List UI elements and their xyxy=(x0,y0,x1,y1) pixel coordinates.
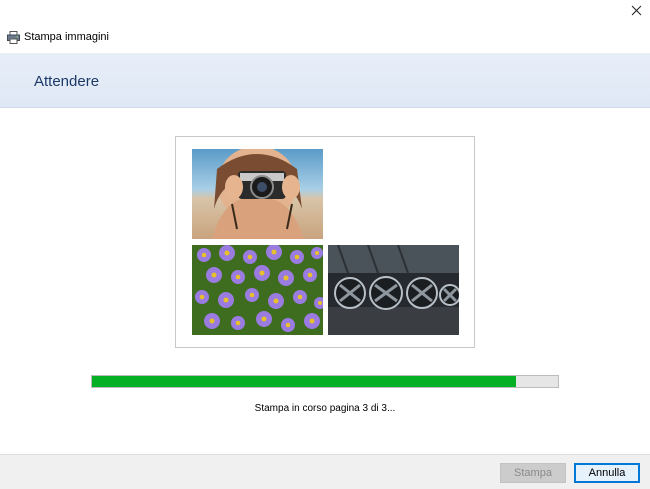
flowers-photo xyxy=(192,245,323,335)
print-preview xyxy=(175,136,475,348)
page-heading: Attendere xyxy=(34,73,100,90)
close-icon xyxy=(631,5,641,15)
print-progress-bar xyxy=(91,375,559,388)
cancel-button[interactable]: Annulla xyxy=(574,463,640,483)
footer-bar: Stampa Annulla xyxy=(0,454,650,489)
progress-fill xyxy=(92,376,517,387)
close-button[interactable] xyxy=(624,0,648,20)
camera-photo xyxy=(192,149,323,239)
window-title: Stampa immagini xyxy=(24,31,109,43)
printer-icon xyxy=(7,30,20,44)
print-button[interactable]: Stampa xyxy=(500,463,566,483)
status-text: Stampa in corso pagina 3 di 3... xyxy=(254,403,396,414)
header-band: Attendere xyxy=(0,53,650,108)
title-row: Stampa immagini xyxy=(7,29,109,45)
machinery-photo xyxy=(328,245,459,335)
print-pictures-window: Stampa immagini Attendere Stampa in cors… xyxy=(0,0,650,489)
